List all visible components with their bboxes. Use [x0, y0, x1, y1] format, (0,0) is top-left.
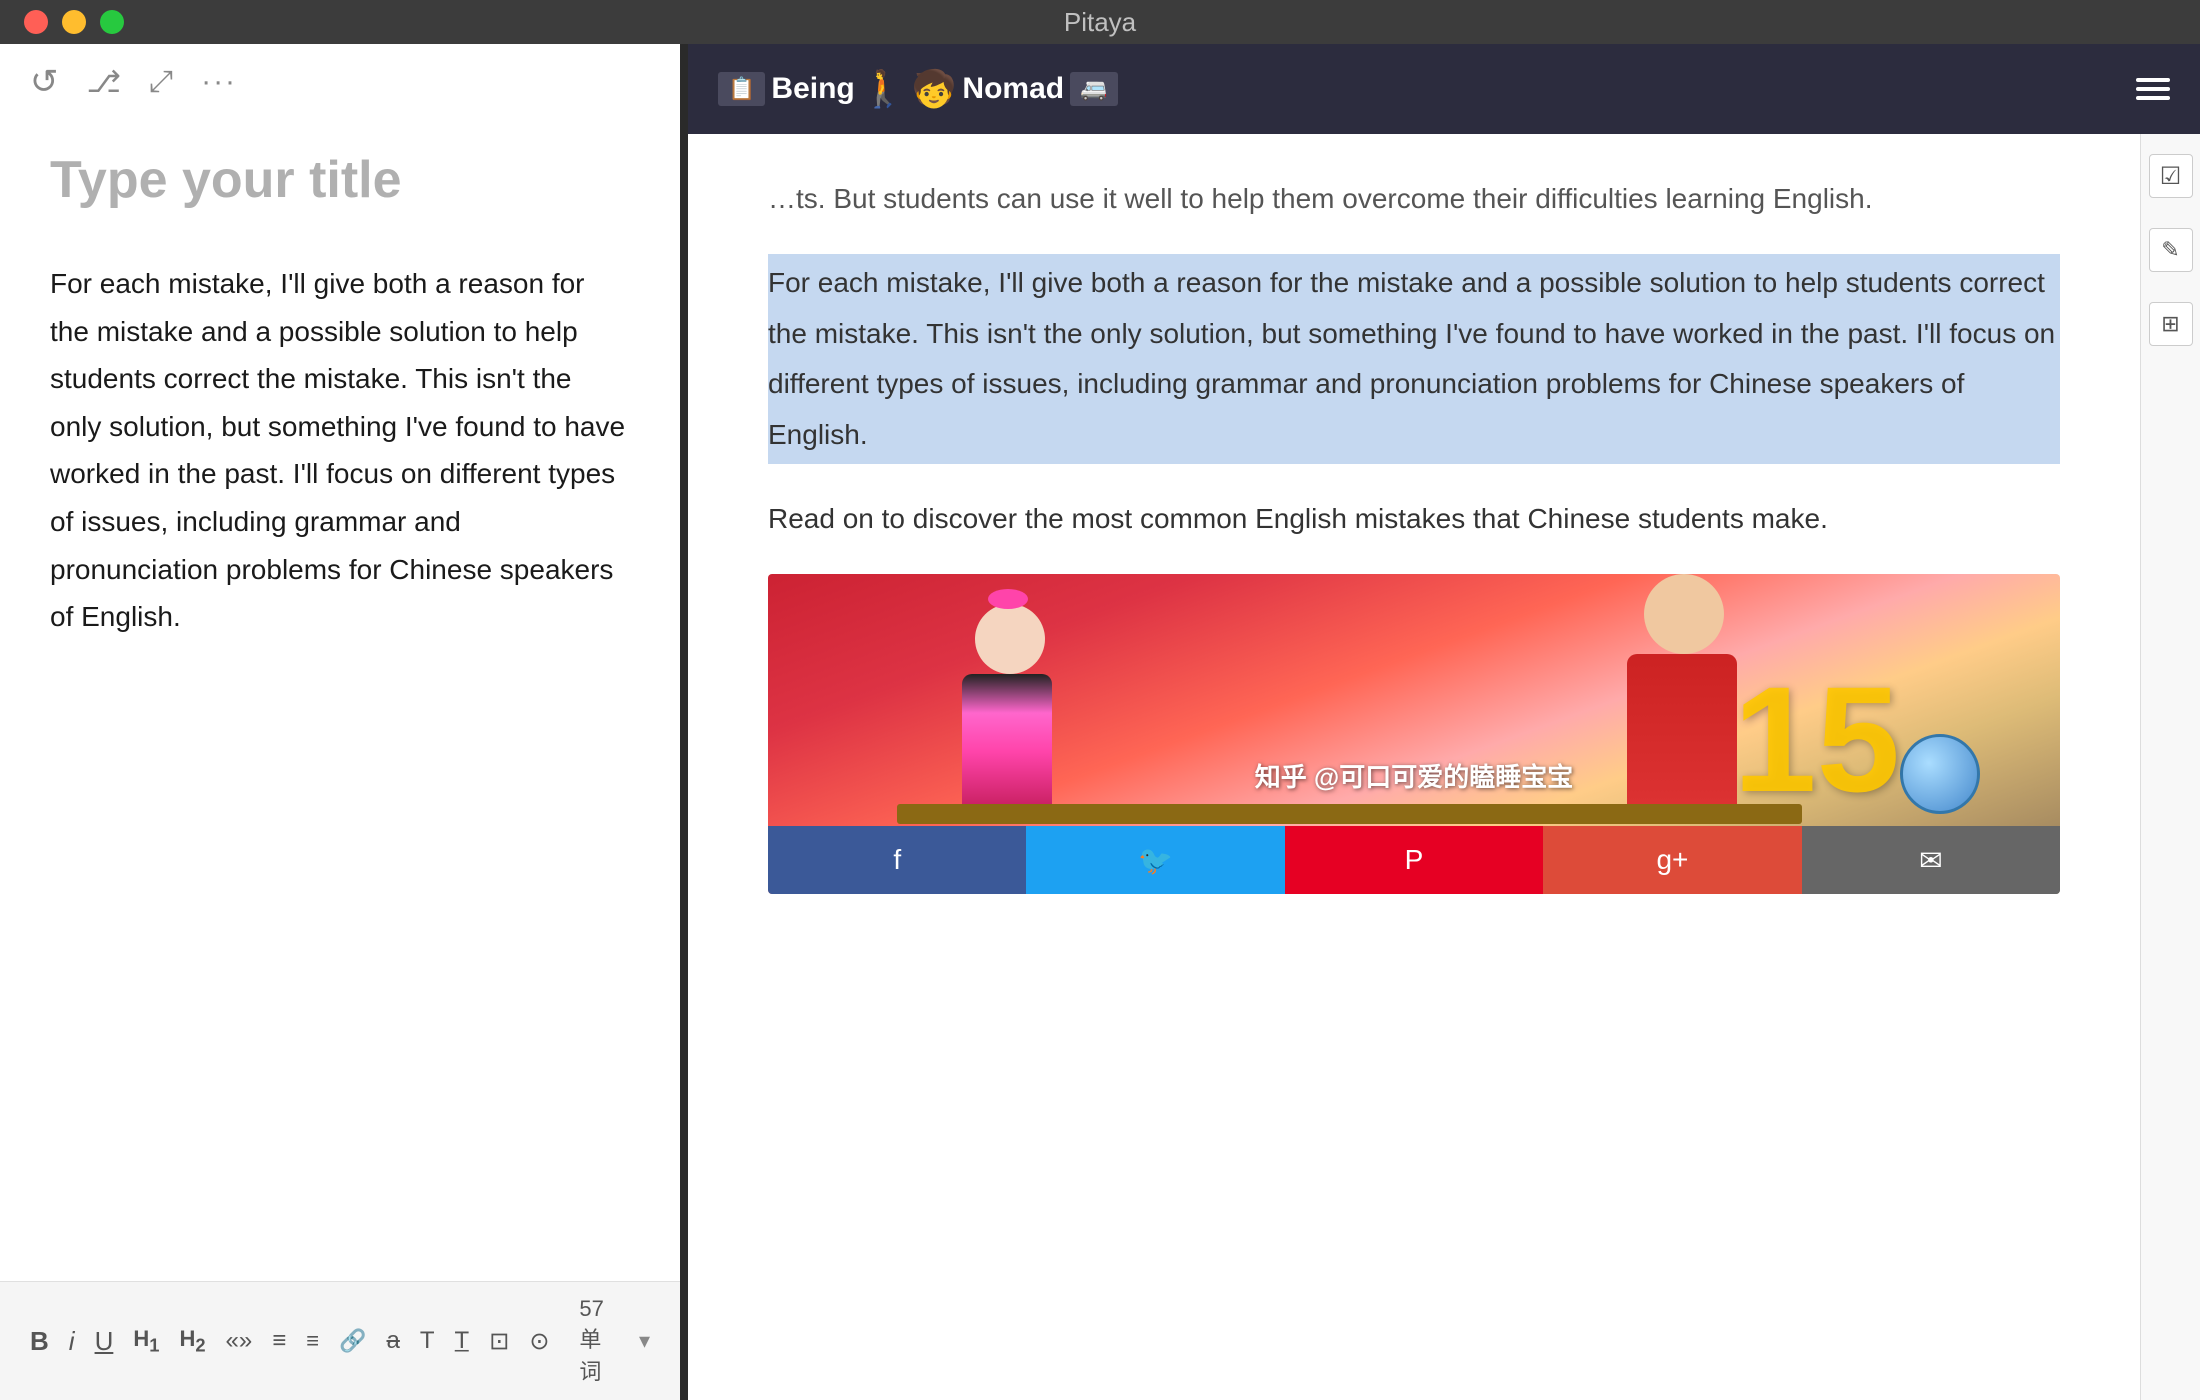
pinterest-share-button[interactable]: P	[1285, 826, 1543, 894]
bold-button[interactable]: B	[30, 1326, 49, 1357]
text-button[interactable]: T	[420, 1327, 435, 1355]
logo-right-box: 🚐	[1070, 72, 1117, 106]
clear-format-button[interactable]: T̲	[455, 1327, 470, 1355]
web-topbar: 📋 Being 🚶 🧒 Nomad 🚐	[688, 44, 2200, 134]
image-button[interactable]: ⊡	[489, 1327, 509, 1356]
refresh-icon[interactable]: ↺	[30, 62, 59, 102]
heading1-button[interactable]: H1	[133, 1326, 159, 1356]
web-intro-partial: …ts. But students can use it well to hel…	[768, 174, 2060, 224]
window-title: Pitaya	[1064, 7, 1136, 38]
web-panel: 📋 Being 🚶 🧒 Nomad 🚐 …ts. But students ca	[688, 44, 2200, 1400]
web-right-sidebar: ☑ ✎ ⊞	[2140, 134, 2200, 1400]
link-button[interactable]: 🔗	[339, 1328, 366, 1354]
facebook-share-button[interactable]: f	[768, 826, 1026, 894]
email-share-button[interactable]: ✉	[1802, 826, 2060, 894]
underline-button[interactable]: U	[95, 1326, 114, 1357]
facebook-icon: f	[893, 844, 901, 876]
pinterest-icon: P	[1405, 844, 1424, 876]
editor-content[interactable]: Type your title For each mistake, I'll g…	[0, 120, 680, 1281]
image-number-overlay: 15	[1733, 664, 1900, 814]
expand-icon[interactable]: ⤢	[149, 65, 173, 99]
edit-icon[interactable]: ✎	[2149, 228, 2193, 272]
teacher-head	[1644, 574, 1724, 654]
settings-icon[interactable]: ⊞	[2149, 302, 2193, 346]
girl-head	[975, 604, 1045, 674]
editor-body-text[interactable]: For each mistake, I'll give both a reaso…	[50, 260, 630, 641]
close-button[interactable]	[24, 10, 48, 34]
globe-decoration	[1900, 734, 1980, 814]
logo-being-text: Being	[771, 72, 854, 106]
desk	[897, 804, 1801, 824]
web-highlighted-paragraph: For each mistake, I'll give both a reaso…	[768, 254, 2060, 464]
twitter-icon: 🐦	[1138, 844, 1173, 877]
ordered-list-button[interactable]: ≡	[306, 1328, 319, 1354]
logo-nomad-text: Nomad	[962, 72, 1064, 106]
editor-toolbar-top: ↺ ⎇ ⤢ ···	[0, 44, 680, 120]
main-container: ↺ ⎇ ⤢ ··· Type your title For each mista…	[0, 44, 2200, 1400]
fullscreen-button[interactable]	[100, 10, 124, 34]
email-icon: ✉	[1919, 844, 1942, 877]
quote-button[interactable]: «»	[226, 1327, 253, 1355]
logo-person-icon: 🚶	[861, 68, 906, 110]
word-count: 57 单词	[579, 1296, 619, 1386]
panel-divider	[680, 44, 688, 1400]
share-icon[interactable]: ⎇	[87, 65, 122, 100]
web-article-image: 知乎 @可口可爱的瞌睡宝宝 15 f 🐦 P g+ ✉	[768, 574, 2060, 894]
logo-left-box: 📋	[718, 72, 765, 106]
image-watermark: 知乎 @可口可爱的瞌睡宝宝	[1255, 757, 1574, 794]
heading2-button[interactable]: H2	[179, 1326, 205, 1356]
web-logo: 📋 Being 🚶 🧒 Nomad 🚐	[718, 68, 1118, 110]
teacher-torso	[1627, 654, 1737, 814]
web-read-on-text: Read on to discover the most common Engl…	[768, 494, 2060, 544]
titlebar: Pitaya	[0, 0, 2200, 44]
more-options-icon[interactable]: ···	[201, 65, 237, 99]
twitter-share-button[interactable]: 🐦	[1026, 826, 1284, 894]
girl-torso	[962, 674, 1052, 804]
googleplus-icon: g+	[1656, 844, 1688, 876]
hamburger-menu[interactable]	[2136, 78, 2170, 100]
social-share-bar: f 🐦 P g+ ✉	[768, 826, 2060, 894]
logo-person2-icon: 🧒	[912, 68, 957, 110]
strikethrough-button[interactable]: a	[387, 1327, 400, 1355]
editor-title-placeholder[interactable]: Type your title	[50, 150, 630, 210]
word-count-dropdown[interactable]: ▾	[639, 1328, 650, 1354]
editor-toolbar-bottom: B i U H1 H2 «» ≡ ≡ 🔗 a T T̲ ⊡ ⊙ 57 单词 ▾	[0, 1281, 680, 1400]
list-button[interactable]: ≡	[272, 1327, 286, 1355]
traffic-lights	[24, 10, 124, 34]
italic-button[interactable]: i	[69, 1326, 75, 1357]
checkbox-icon[interactable]: ☑	[2149, 154, 2193, 198]
googleplus-share-button[interactable]: g+	[1543, 826, 1801, 894]
minimize-button[interactable]	[62, 10, 86, 34]
editor-panel: ↺ ⎇ ⤢ ··· Type your title For each mista…	[0, 44, 680, 1400]
web-content[interactable]: …ts. But students can use it well to hel…	[688, 134, 2140, 1400]
time-button[interactable]: ⊙	[529, 1327, 549, 1356]
